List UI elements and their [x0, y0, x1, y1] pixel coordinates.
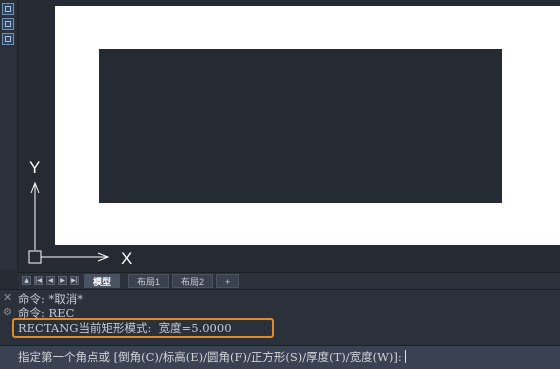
- history-line: 命令: *取消*: [18, 292, 84, 306]
- last-icon[interactable]: ▶|: [70, 276, 79, 285]
- layout-tabbar: ▲ |◀ ◀ ▶ ▶| 模型 布局1 布局2 +: [18, 272, 560, 289]
- drawing-canvas[interactable]: Y X: [18, 0, 560, 272]
- grid-icon[interactable]: [2, 18, 14, 30]
- add-layout-button[interactable]: +: [216, 274, 240, 288]
- prev-icon[interactable]: ◀: [46, 276, 55, 285]
- layer-icon[interactable]: [2, 33, 14, 45]
- left-toolstrip: [0, 0, 18, 270]
- text-caret: [404, 350, 406, 363]
- ucs-icon: Y X: [28, 158, 132, 268]
- prev-icon[interactable]: |◀: [34, 276, 43, 285]
- tab-layout1[interactable]: 布局1: [128, 274, 170, 288]
- tab-model[interactable]: 模型: [84, 274, 121, 288]
- next-icon[interactable]: ▶: [58, 276, 67, 285]
- close-icon[interactable]: ✕: [3, 292, 12, 303]
- gear-icon[interactable]: ⚙: [3, 308, 12, 318]
- tab-layout2[interactable]: 布局2: [172, 274, 214, 288]
- first-icon[interactable]: ▲: [22, 276, 31, 285]
- history-line: RECTANG当前矩形模式: 宽度=5.0000: [18, 321, 232, 335]
- ucs-x-label: X: [121, 249, 132, 268]
- viewcube-icon[interactable]: [2, 3, 14, 15]
- command-input[interactable]: 指定第一个角点或 [倒角(C)/标高(E)/圆角(F)/正方形(S)/厚度(T)…: [0, 345, 560, 369]
- command-prompt: 指定第一个角点或 [倒角(C)/标高(E)/圆角(F)/正方形(S)/厚度(T)…: [18, 350, 402, 364]
- inner-rectangle[interactable]: [99, 49, 502, 203]
- command-panel: ✕ ⚙ 命令: *取消* 命令: REC RECTANG当前矩形模式: 宽度=5…: [0, 289, 560, 369]
- ucs-y-label: Y: [29, 158, 40, 177]
